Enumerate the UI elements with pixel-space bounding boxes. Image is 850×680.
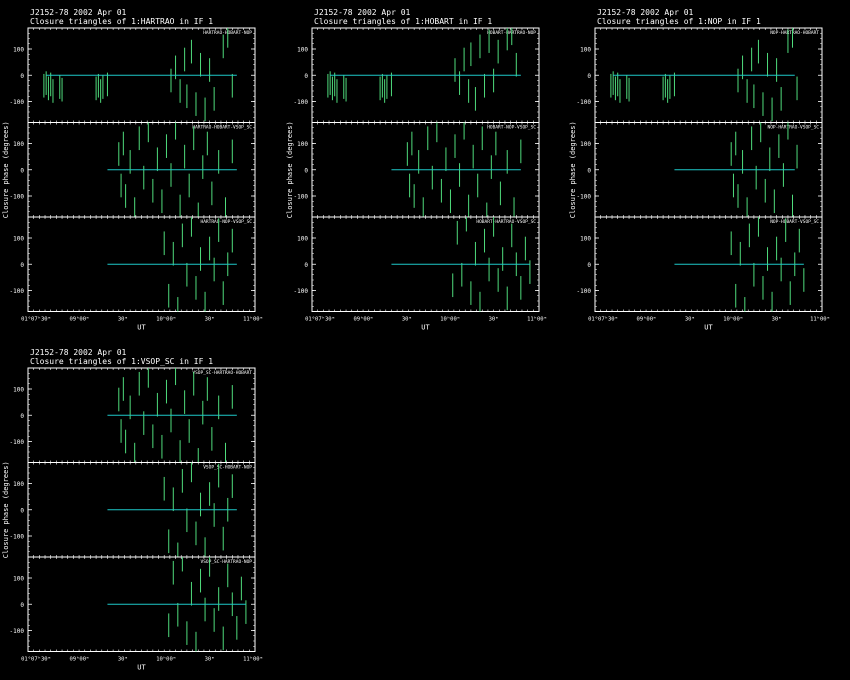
y-tick-label: 0 (20, 73, 24, 80)
y-tick-label: 0 (304, 73, 308, 80)
y-tick-label: 100 (297, 47, 308, 54)
y-tick-label: -100 (10, 628, 25, 635)
x-tick-label: 30ᵐ (772, 317, 782, 323)
x-tick-label: 11ʰ00ᵐ (810, 316, 830, 323)
y-tick-label: -100 (294, 194, 309, 201)
panel-1: J2152-78 2002 Apr 01Closure triangles of… (2, 8, 263, 332)
y-tick-label: 0 (20, 602, 24, 609)
panel-2: J2152-78 2002 Apr 01Closure triangles of… (286, 8, 547, 332)
y-tick-label: -100 (294, 288, 309, 295)
x-tick-label: 01°07ʰ30ᵐ (305, 316, 335, 323)
x-tick-label: 09ʰ00ᵐ (69, 656, 89, 663)
y-tick-label: 100 (13, 236, 24, 243)
y-tick-label: -100 (577, 194, 592, 201)
x-tick-label: 01°07ʰ30ᵐ (588, 316, 618, 323)
y-tick-label: 100 (297, 141, 308, 148)
y-tick-label: -100 (10, 194, 25, 201)
panel-subtitle: Closure triangles of 1:VSOP_SC in IF 1 (30, 357, 213, 366)
panel-source-title: J2152-78 2002 Apr 01 (314, 8, 411, 17)
closure-phase-figure: J2152-78 2002 Apr 01Closure triangles of… (2, 8, 830, 672)
triangle-label: NOP-HOBART-VSOP_SC (770, 219, 819, 225)
x-tick-label: 10ʰ00ᵐ (440, 316, 460, 323)
x-tick-label: 01°07ʰ30ᵐ (21, 316, 51, 323)
y-tick-label: 0 (304, 262, 308, 269)
x-tick-label: 30ᵐ (205, 317, 215, 323)
panel-source-title: J2152-78 2002 Apr 01 (30, 8, 127, 17)
x-tick-label: 30ᵐ (685, 317, 695, 323)
x-tick-label: 10ʰ00ᵐ (723, 316, 743, 323)
y-tick-label: 100 (297, 236, 308, 243)
y-tick-label: 100 (13, 141, 24, 148)
x-tick-label: 10ʰ00ᵐ (156, 656, 176, 663)
panel-subtitle: Closure triangles of 1:NOP in IF 1 (597, 17, 761, 26)
y-tick-label: -100 (577, 288, 592, 295)
triangle-label: HOBART-HARTRAO-VSOP_SC (476, 219, 536, 225)
x-tick-label: 11ʰ00ᵐ (527, 316, 547, 323)
x-tick-label: 09ʰ00ᵐ (353, 316, 373, 323)
x-tick-label: 30ᵐ (489, 317, 499, 323)
y-tick-label: -100 (10, 534, 25, 541)
y-tick-label: -100 (10, 439, 25, 446)
y-axis-label: Closure phase (degrees) (286, 121, 294, 218)
x-tick-label: 30ᵐ (205, 657, 215, 663)
x-tick-label: 09ʰ00ᵐ (69, 316, 89, 323)
y-tick-label: -100 (10, 288, 25, 295)
triangle-label: HARTRAO-HOBART-VSOP_SC (192, 125, 252, 131)
y-axis-label: Closure phase (degrees) (2, 461, 10, 558)
x-axis-label: UT (421, 324, 430, 332)
triangle-label: NOP-HARTRAO-HOBART (770, 30, 819, 36)
y-tick-label: 100 (580, 47, 591, 54)
y-tick-label: 0 (304, 167, 308, 174)
panel-subtitle: Closure triangles of 1:HARTRAO in IF 1 (30, 17, 213, 26)
x-axis-label: UT (704, 324, 713, 332)
x-tick-label: 11ʰ00ᵐ (243, 316, 263, 323)
x-tick-label: 10ʰ00ᵐ (156, 316, 176, 323)
triangle-label: NOP-HARTRAO-VSOP_SC (768, 125, 820, 131)
panel-source-title: J2152-78 2002 Apr 01 (597, 8, 694, 17)
y-tick-label: 100 (13, 387, 24, 394)
y-tick-label: 100 (13, 47, 24, 54)
y-axis-label: Closure phase (degrees) (569, 121, 577, 218)
y-tick-label: 100 (580, 236, 591, 243)
y-tick-label: 100 (13, 576, 24, 583)
triangle-label: HOBART-NOP-VSOP_SC (487, 125, 536, 131)
x-axis-label: UT (137, 664, 146, 672)
x-tick-label: 11ʰ00ᵐ (243, 656, 263, 663)
y-tick-label: 0 (587, 167, 591, 174)
panel-subtitle: Closure triangles of 1:HOBART in IF 1 (314, 17, 492, 26)
y-tick-label: -100 (294, 99, 309, 106)
y-tick-label: -100 (10, 99, 25, 106)
x-tick-label: 30ᵐ (118, 657, 128, 663)
x-tick-label: 01°07ʰ30ᵐ (21, 656, 51, 663)
triangle-label: VSOP_SC-HARTRAO-HOBART (192, 370, 252, 376)
panel-4: J2152-78 2002 Apr 01Closure triangles of… (2, 348, 263, 672)
y-tick-label: 100 (580, 141, 591, 148)
triangle-label: VSOP_SC-HARTRAO-NOP (201, 559, 253, 565)
x-tick-label: 09ʰ00ᵐ (636, 316, 656, 323)
y-tick-label: 100 (13, 481, 24, 488)
x-axis-label: UT (137, 324, 146, 332)
panel-3: J2152-78 2002 Apr 01Closure triangles of… (569, 8, 830, 332)
panel-source-title: J2152-78 2002 Apr 01 (30, 348, 127, 357)
x-tick-label: 30ᵐ (402, 317, 412, 323)
triangle-label: VSOP_SC-HOBART-NOP (203, 465, 252, 471)
y-tick-label: -100 (577, 99, 592, 106)
y-tick-label: 0 (20, 262, 24, 269)
y-tick-label: 0 (20, 167, 24, 174)
y-axis-label: Closure phase (degrees) (2, 121, 10, 218)
x-tick-label: 30ᵐ (118, 317, 128, 323)
triangle-label: HARTRAO-NOP-VSOP_SC (201, 219, 253, 225)
y-tick-label: 0 (587, 262, 591, 269)
y-tick-label: 0 (20, 507, 24, 514)
y-tick-label: 0 (20, 413, 24, 420)
y-tick-label: 0 (587, 73, 591, 80)
